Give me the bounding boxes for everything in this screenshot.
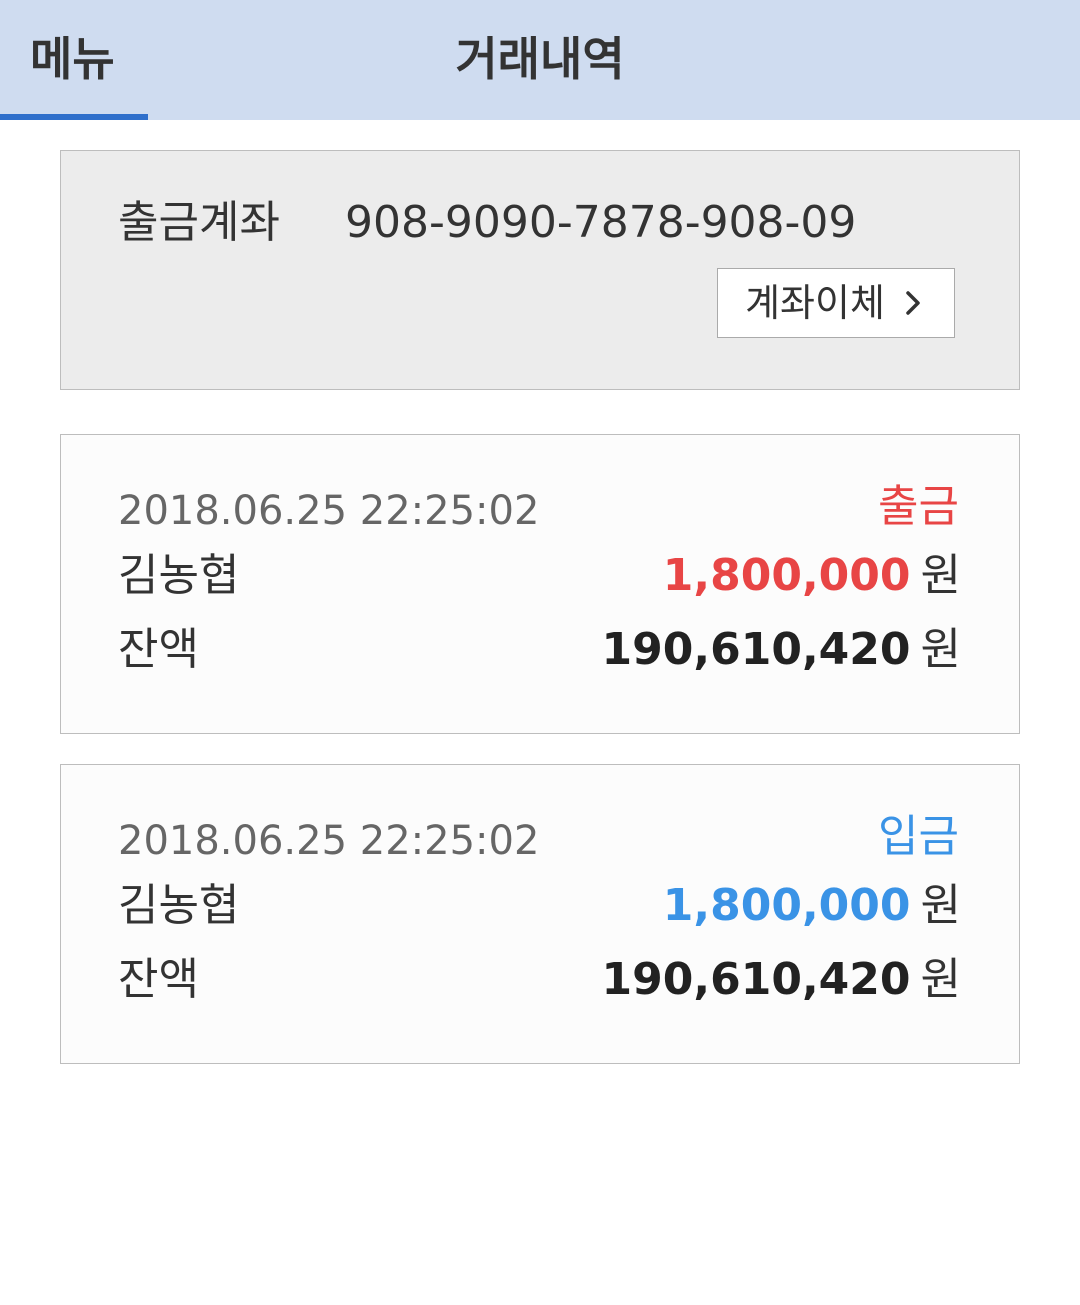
balance-row: 190,610,420 원 (602, 622, 961, 678)
balance-label: 잔액 (118, 624, 199, 675)
transaction-card[interactable]: 2018.06.25 22:25:02 출금 김농협 1,800,000 원 잔액… (60, 434, 1020, 734)
withdrawal-account-panel: 출금계좌 908-9090-7878-908-09 계좌이체 (60, 150, 1020, 390)
balance-amount: 190,610,420 (601, 624, 911, 675)
balance-amount: 190,610,420 (601, 954, 911, 1005)
amount-unit: 원 (920, 550, 961, 601)
transfer-button[interactable]: 계좌이체 (717, 268, 955, 338)
app-header: 메뉴 거래내역 (0, 0, 1080, 120)
transaction-card[interactable]: 2018.06.25 22:25:02 입금 김농협 1,800,000 원 잔액… (60, 764, 1020, 1064)
balance-unit: 원 (920, 954, 961, 1005)
menu-active-indicator (0, 114, 148, 120)
transaction-datetime: 2018.06.25 22:25:02 (118, 818, 540, 864)
transaction-type: 출금 (878, 481, 959, 532)
transaction-amount-row: 1,800,000 원 (663, 878, 961, 934)
amount-unit: 원 (920, 880, 961, 931)
page-title: 거래내역 (455, 32, 625, 86)
transfer-button-label: 계좌이체 (745, 281, 885, 325)
transaction-amount: 1,800,000 (662, 880, 911, 931)
balance-label: 잔액 (118, 954, 199, 1005)
chevron-right-icon (906, 291, 920, 315)
transaction-datetime: 2018.06.25 22:25:02 (118, 488, 540, 534)
transaction-counterparty: 김농협 (118, 880, 240, 931)
account-label: 출금계좌 (118, 197, 280, 248)
transaction-amount-row: 1,800,000 원 (663, 548, 961, 604)
account-number: 908-9090-7878-908-09 (345, 197, 857, 248)
transaction-counterparty: 김농협 (118, 550, 240, 601)
balance-unit: 원 (920, 624, 961, 675)
transaction-type: 입금 (878, 811, 959, 862)
transaction-amount: 1,800,000 (662, 550, 911, 601)
balance-row: 190,610,420 원 (602, 952, 961, 1008)
